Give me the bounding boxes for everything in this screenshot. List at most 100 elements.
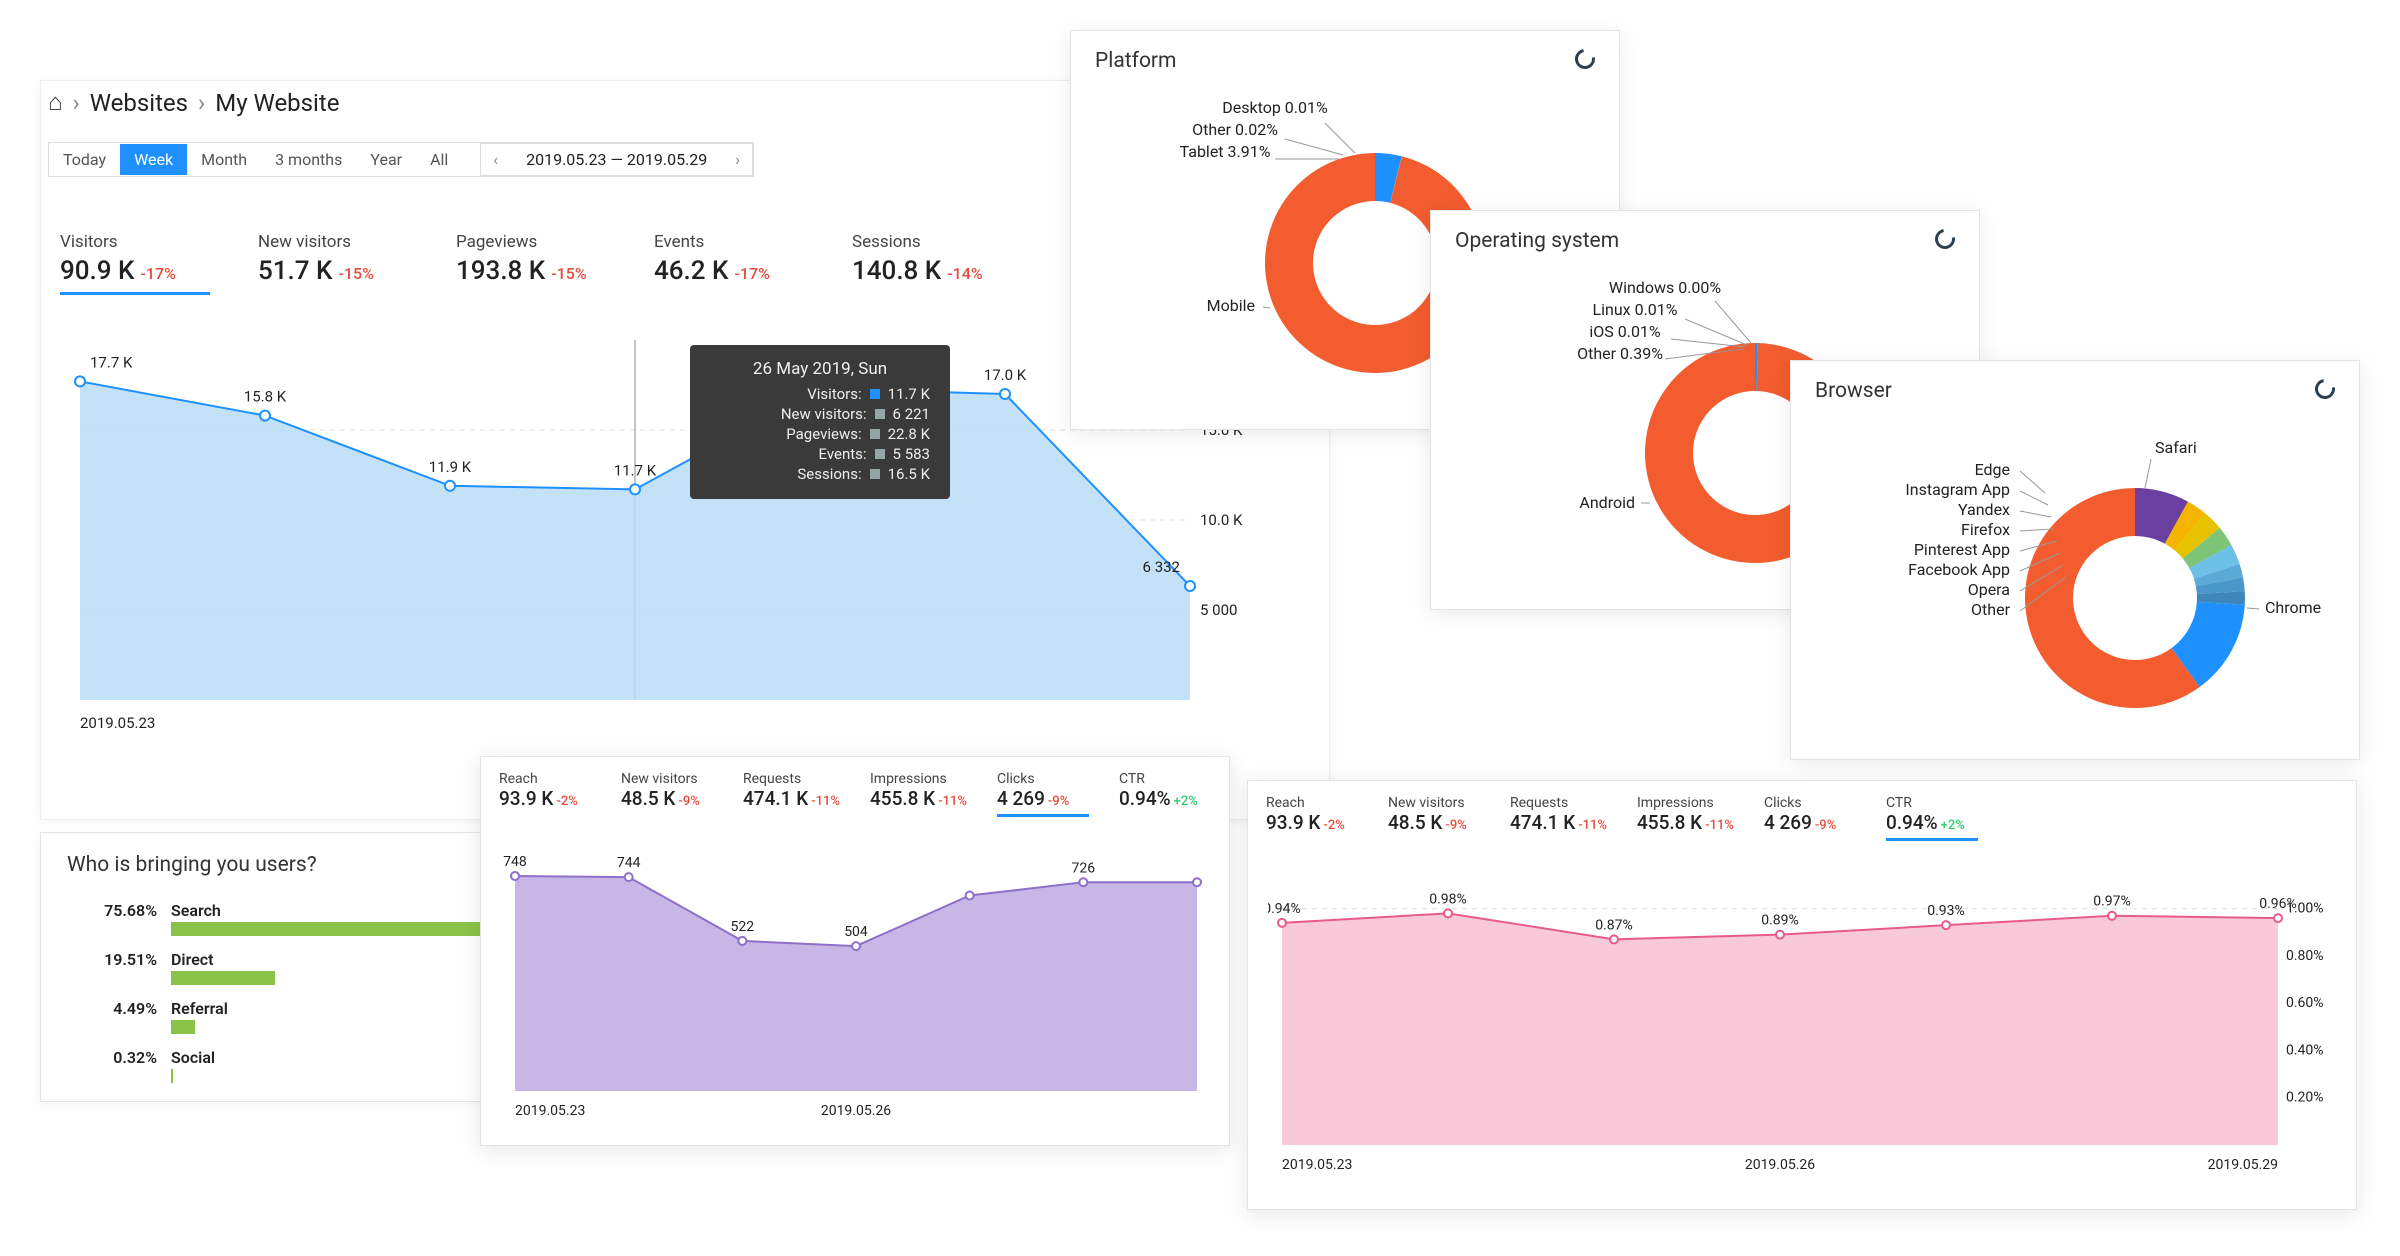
svg-text:Linux 0.01%: Linux 0.01% [1593, 300, 1678, 319]
tooltip-row: Visitors:11.7 K [710, 385, 930, 403]
tab-year[interactable]: Year [356, 144, 416, 175]
stat-metric-clicks[interactable]: Clicks4 269-9% [1764, 795, 1856, 841]
breadcrumb-current: My Website [215, 89, 339, 117]
svg-text:Edge: Edge [1975, 460, 2010, 479]
svg-text:Other: Other [1971, 600, 2011, 619]
stat-metric-reach[interactable]: Reach93.9 K-2% [499, 771, 591, 817]
clicks-chart: 748 744 522 504 726 2019.05.23 2019.05.26 [481, 831, 1229, 1145]
svg-text:2019.05.23: 2019.05.23 [515, 1103, 585, 1119]
metric-events[interactable]: Events 46.2 K-17% [654, 232, 804, 295]
metric-new-visitors[interactable]: New visitors 51.7 K-15% [258, 232, 408, 295]
svg-text:iOS 0.01%: iOS 0.01% [1589, 322, 1661, 341]
svg-text:Mobile: Mobile [1207, 296, 1255, 315]
svg-text:Pinterest App: Pinterest App [1914, 540, 2010, 559]
svg-text:2019.05.29: 2019.05.29 [2208, 1157, 2278, 1173]
svg-text:Chrome: Chrome [2265, 598, 2321, 617]
tab-month[interactable]: Month [187, 144, 261, 175]
svg-text:2019.05.23: 2019.05.23 [80, 714, 155, 732]
svg-text:11.7 K: 11.7 K [614, 461, 657, 479]
svg-text:522: 522 [731, 919, 755, 935]
svg-text:0.89%: 0.89% [1761, 913, 1799, 929]
chevron-left-icon[interactable]: ‹ [481, 144, 510, 175]
stat-metric-impressions[interactable]: Impressions455.8 K-11% [870, 771, 967, 817]
metric-sessions[interactable]: Sessions 140.8 K-14% [852, 232, 1002, 295]
tab-all[interactable]: All [416, 144, 462, 175]
ctr-panel: Reach93.9 K-2% New visitors48.5 K-9% Reque… [1247, 780, 2357, 1210]
svg-text:0.87%: 0.87% [1595, 917, 1633, 933]
stat-metric-new-visitors[interactable]: New visitors48.5 K-9% [621, 771, 713, 817]
tab-today[interactable]: Today [49, 144, 120, 175]
stat-metric-requests[interactable]: Requests474.1 K-11% [743, 771, 840, 817]
svg-text:0.94%: 0.94% [1268, 901, 1301, 917]
svg-text:17.0 K: 17.0 K [984, 366, 1027, 384]
svg-text:Android: Android [1579, 493, 1635, 512]
svg-text:0.93%: 0.93% [1927, 903, 1965, 919]
tooltip-row: New visitors:6 221 [710, 405, 930, 423]
date-range: 2019.05.23 — 2019.05.29 [510, 144, 723, 175]
svg-text:744: 744 [617, 855, 641, 871]
svg-text:Yandex: Yandex [1958, 500, 2010, 519]
svg-text:726: 726 [1072, 860, 1096, 876]
svg-text:Other 0.02%: Other 0.02% [1192, 120, 1278, 139]
chart-tooltip: 26 May 2019, Sun Visitors:11.7 K New visi… [690, 345, 950, 499]
home-icon[interactable]: ⌂ [48, 88, 63, 117]
svg-text:0.20%: 0.20% [2286, 1090, 2324, 1106]
metric-pageviews[interactable]: Pageviews 193.8 K-15% [456, 232, 606, 295]
tab-week[interactable]: Week [120, 144, 187, 175]
svg-text:Windows 0.00%: Windows 0.00% [1609, 278, 1722, 297]
breadcrumb: ⌂ › Websites › My Website [48, 88, 339, 117]
svg-text:Safari: Safari [2155, 438, 2197, 457]
svg-text:748: 748 [503, 854, 527, 870]
stat-metric-requests[interactable]: Requests474.1 K-11% [1510, 795, 1607, 841]
svg-text:0.98%: 0.98% [1429, 891, 1467, 907]
breadcrumb-sep: › [198, 89, 205, 117]
stat-metric-reach[interactable]: Reach93.9 K-2% [1266, 795, 1358, 841]
breadcrumb-sep: › [73, 89, 80, 117]
browser-title: Browser [1815, 379, 2335, 403]
svg-text:Opera: Opera [1968, 580, 2010, 599]
svg-text:0.60%: 0.60% [2286, 995, 2324, 1011]
tooltip-row: Pageviews:22.8 K [710, 425, 930, 443]
svg-text:17.7 K: 17.7 K [90, 353, 133, 371]
svg-text:0.97%: 0.97% [2093, 894, 2131, 910]
tooltip-row: Events:5 583 [710, 445, 930, 463]
tooltip-row: Sessions:16.5 K [710, 465, 930, 483]
svg-text:10.0 K: 10.0 K [1200, 511, 1243, 529]
svg-text:Tablet 3.91%: Tablet 3.91% [1180, 142, 1271, 161]
svg-text:0.40%: 0.40% [2286, 1042, 2324, 1058]
svg-text:5 000: 5 000 [1200, 601, 1237, 619]
svg-text:2019.05.26: 2019.05.26 [821, 1103, 891, 1119]
svg-text:Other 0.39%: Other 0.39% [1577, 344, 1663, 363]
metric-visitors[interactable]: Visitors 90.9 K-17% [60, 232, 210, 295]
browser-card: Browser Safari EdgeInstagram AppYandexFir… [1790, 360, 2360, 760]
svg-text:Facebook App: Facebook App [1908, 560, 2010, 579]
svg-text:2019.05.23: 2019.05.23 [1282, 1157, 1352, 1173]
stat-metric-ctr[interactable]: CTR0.94%+2% [1886, 795, 1978, 841]
stat-metric-clicks[interactable]: Clicks4 269-9% [997, 771, 1089, 817]
clicks-metrics: Reach93.9 K-2% New visitors48.5 K-9% Reque… [481, 757, 1229, 831]
svg-text:Firefox: Firefox [1961, 520, 2010, 539]
tooltip-date: 26 May 2019, Sun [710, 359, 930, 379]
breadcrumb-websites[interactable]: Websites [90, 89, 188, 117]
svg-text:2019.05.26: 2019.05.26 [1745, 1157, 1815, 1173]
platform-title: Platform [1095, 49, 1595, 73]
time-range-tabs: Today Week Month 3 months Year All ‹ 201… [48, 142, 754, 177]
svg-text:Desktop 0.01%: Desktop 0.01% [1222, 98, 1328, 117]
svg-text:0.96%: 0.96% [2259, 896, 2297, 912]
svg-text:0.80%: 0.80% [2286, 948, 2324, 964]
chevron-right-icon[interactable]: › [723, 144, 752, 175]
stat-metric-new-visitors[interactable]: New visitors48.5 K-9% [1388, 795, 1480, 841]
os-title: Operating system [1455, 229, 1955, 253]
stat-metric-impressions[interactable]: Impressions455.8 K-11% [1637, 795, 1734, 841]
svg-text:6 332: 6 332 [1143, 558, 1180, 576]
stat-metric-ctr[interactable]: CTR0.94%+2% [1119, 771, 1211, 817]
clicks-panel: Reach93.9 K-2% New visitors48.5 K-9% Reque… [480, 756, 1230, 1146]
ctr-metrics: Reach93.9 K-2% New visitors48.5 K-9% Reque… [1248, 781, 2356, 855]
svg-text:Instagram App: Instagram App [1905, 480, 2010, 499]
date-selector[interactable]: ‹ 2019.05.23 — 2019.05.29 › [480, 143, 753, 176]
svg-text:504: 504 [844, 924, 868, 940]
svg-text:15.8 K: 15.8 K [244, 388, 287, 406]
main-metrics: Visitors 90.9 K-17% New visitors 51.7 K-1… [60, 232, 1002, 295]
tab-3months[interactable]: 3 months [261, 144, 356, 175]
ctr-chart: 0.20%0.40%0.60%0.80%1.00%0.94%0.98%0.87%… [1248, 855, 2356, 1199]
